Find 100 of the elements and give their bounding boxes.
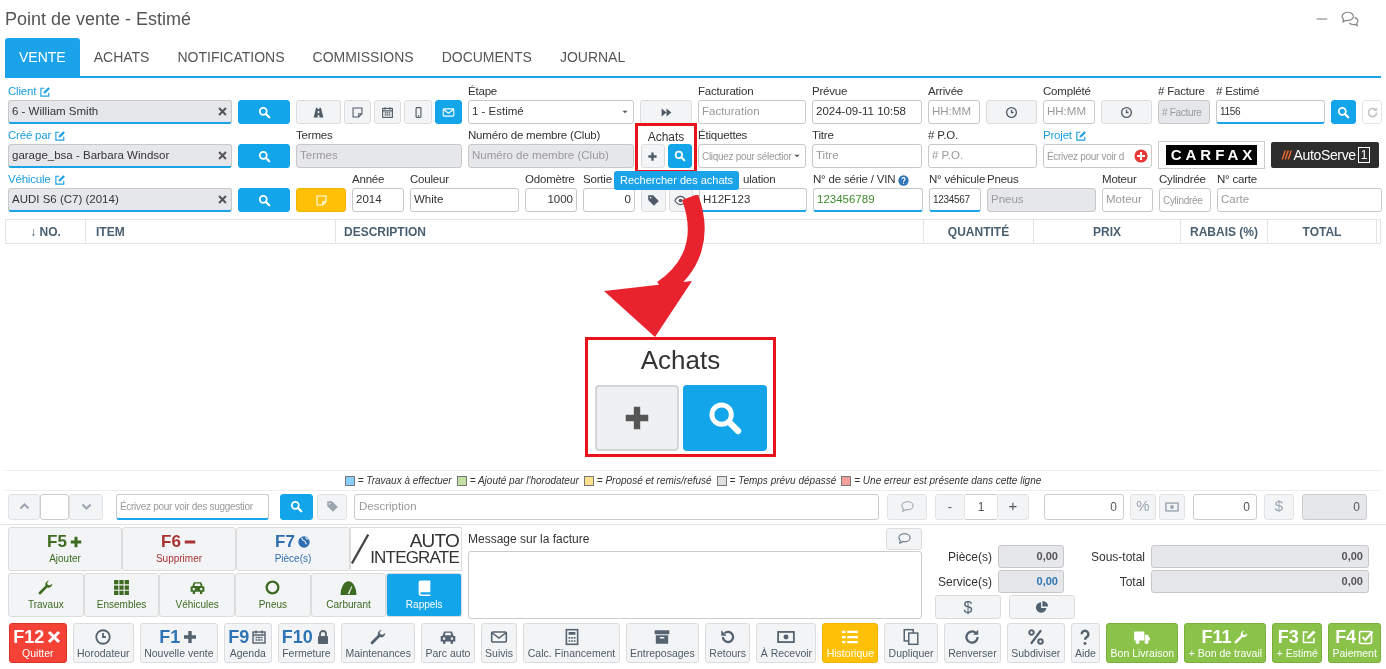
input-field[interactable]: 1156: [1216, 100, 1325, 124]
field-label: Prévue: [812, 84, 848, 100]
category-button[interactable]: Ensembles: [83, 573, 160, 617]
category-button[interactable]: Carburant: [310, 573, 387, 617]
legend-text: = Proposé et remis/refusé: [596, 474, 712, 488]
column-header[interactable]: TOTAL: [1268, 220, 1377, 243]
input-field[interactable]: H12F123: [699, 188, 807, 212]
select-field[interactable]: 1 - Estimé: [468, 100, 634, 124]
toolbar-button[interactable]: F9 Agenda: [223, 623, 272, 663]
toolbar-button[interactable]: Renverser: [943, 623, 1001, 663]
note-button[interactable]: [296, 188, 346, 212]
input-field[interactable]: 1234567: [929, 188, 981, 212]
eye-icon: [674, 193, 688, 207]
logo: CARFAX: [1158, 141, 1265, 169]
minus-button[interactable]: -: [935, 493, 965, 520]
add-button[interactable]: [594, 385, 679, 451]
category-button[interactable]: Travaux: [8, 573, 84, 617]
toolbar-button[interactable]: F12 Quitter: [9, 623, 67, 663]
calendar-button[interactable]: [374, 100, 402, 124]
price-field[interactable]: 0: [1044, 493, 1124, 520]
input-field[interactable]: 2024-09-11 10:58: [812, 100, 922, 124]
money-button[interactable]: [1159, 493, 1185, 520]
column-header[interactable]: ITEM: [86, 220, 336, 243]
tab[interactable]: COMMISSIONS: [298, 38, 428, 76]
button-label: Suivis: [485, 646, 514, 660]
action-button[interactable]: F5 Ajouter: [8, 527, 122, 571]
tab[interactable]: DOCUMENTS: [427, 38, 546, 76]
input-field[interactable]: 0: [583, 188, 635, 212]
column-header[interactable]: RABAIS (%): [1181, 220, 1268, 243]
field-label: Moteur: [1102, 172, 1137, 188]
pie-chart-icon: [1035, 600, 1049, 614]
toolbar-button[interactable]: Horodateur: [72, 623, 134, 663]
field-label: ulation: [743, 172, 776, 188]
envelope-button[interactable]: [434, 100, 462, 124]
search-button[interactable]: [238, 144, 290, 168]
input-field[interactable]: 1000: [525, 188, 577, 212]
tab[interactable]: JOURNAL: [545, 38, 640, 76]
column-header[interactable]: PRIX: [1034, 220, 1181, 243]
tag-icon: [646, 193, 660, 207]
action-button[interactable]: F7 Pièce(s): [236, 527, 350, 571]
column-header[interactable]: QUANTITÉ: [924, 220, 1034, 243]
down-button[interactable]: [69, 493, 103, 520]
column-header[interactable]: ↓ NO.: [6, 220, 86, 243]
logo-text: INTEGRATE: [370, 549, 459, 566]
search-button[interactable]: [238, 188, 290, 212]
phone-button[interactable]: [404, 100, 432, 124]
clock-button[interactable]: [1101, 100, 1152, 124]
comment-button[interactable]: [887, 493, 927, 520]
search-button[interactable]: [280, 493, 313, 520]
category-button[interactable]: Pneus: [235, 573, 311, 617]
note-button[interactable]: [343, 100, 372, 124]
fast-forward-button[interactable]: [640, 100, 692, 124]
action-button[interactable]: F6 Supprimer: [122, 527, 236, 571]
toolbar-button[interactable]: Retours: [705, 623, 751, 663]
toolbar-button[interactable]: Dupliquer: [884, 623, 938, 663]
tag-button[interactable]: [641, 188, 666, 212]
toolbar-button[interactable]: À Recevoir: [756, 623, 817, 663]
toolbar-button[interactable]: Aide: [1070, 623, 1101, 663]
button-label: Bon Livraison: [1110, 646, 1175, 660]
input-field[interactable]: White: [410, 188, 519, 212]
toolbar-button[interactable]: F10 Fermeture: [277, 623, 336, 663]
dollar-button[interactable]: $: [935, 595, 1001, 619]
toolbar-button[interactable]: Parc auto: [421, 623, 475, 663]
toolbar-button[interactable]: Calc. Financement: [523, 623, 620, 663]
add-button[interactable]: [640, 144, 665, 168]
search-button[interactable]: [1331, 100, 1356, 124]
road-button[interactable]: [296, 100, 341, 124]
category-button[interactable]: Véhicules: [159, 573, 235, 617]
tab[interactable]: NOTIFICATIONS: [163, 38, 299, 76]
parts-total-field: 0,00: [998, 545, 1064, 568]
message-textarea[interactable]: [468, 551, 922, 619]
toolbar-button[interactable]: Entreposages: [625, 623, 699, 663]
search-button[interactable]: [682, 385, 767, 451]
discount-field[interactable]: 0: [1193, 493, 1257, 520]
comment-button[interactable]: [886, 527, 922, 550]
input-field[interactable]: 2014: [352, 188, 404, 212]
tab[interactable]: ACHATS: [79, 38, 164, 76]
action-label: Pièce(s): [274, 552, 312, 566]
up-button[interactable]: [8, 493, 40, 520]
close-icon: [46, 628, 63, 645]
chart-button[interactable]: [1009, 595, 1075, 619]
toolbar-button[interactable]: F1 Nouvelle vente: [139, 623, 218, 663]
search-button[interactable]: [238, 100, 290, 124]
chat-button[interactable]: [1341, 10, 1359, 28]
plus-button[interactable]: +: [997, 493, 1029, 520]
road-icon: [311, 105, 325, 119]
input-field[interactable]: 123456789: [813, 188, 923, 212]
column-header[interactable]: DESCRIPTION: [336, 220, 924, 243]
toolbar-button[interactable]: Suivis: [480, 623, 518, 663]
legend-text: = Une erreur est présente dans cette ligne: [854, 474, 1042, 488]
shortcut-key: F6: [161, 532, 181, 551]
line-number-field[interactable]: [40, 493, 69, 520]
calendar-icon: [251, 628, 268, 645]
field-label: Étiquettes: [698, 128, 748, 144]
total-field[interactable]: 0: [1302, 493, 1367, 520]
field-label: Numéro de membre (Club): [468, 128, 601, 144]
clock-button[interactable]: [986, 100, 1037, 124]
toolbar-button[interactable]: Maintenances: [341, 623, 416, 663]
toolbar-button[interactable]: Subdiviser: [1006, 623, 1065, 663]
refresh-button[interactable]: [1362, 100, 1382, 124]
